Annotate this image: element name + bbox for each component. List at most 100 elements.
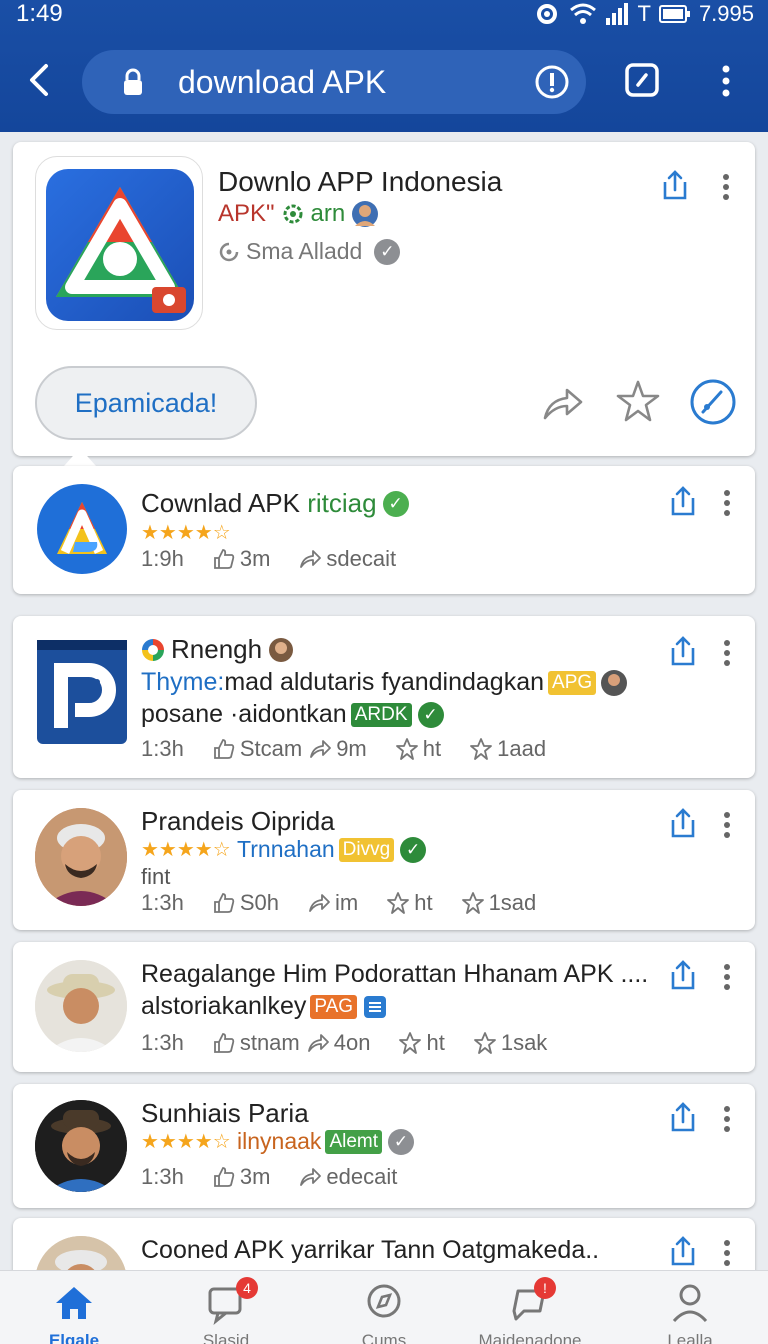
address-bar[interactable]: download APK — [82, 50, 586, 114]
card-menu-icon[interactable] — [722, 1104, 732, 1134]
app-list-item[interactable]: Rnengh Thyme: mad aldutaris fyandindagka… — [13, 616, 755, 778]
like-count[interactable]: Stcam — [212, 736, 302, 762]
app-meta: 1:3h 3m edecait — [141, 1164, 425, 1190]
save-count[interactable]: ht — [386, 890, 433, 916]
save-count[interactable]: ht — [395, 736, 441, 762]
app-subtitle: ★★★★☆ ilnynaak Alemt ✓ — [141, 1128, 415, 1155]
share-icon[interactable] — [665, 634, 699, 668]
edit-circle-icon[interactable] — [689, 378, 737, 426]
star-icon[interactable] — [614, 378, 662, 426]
tag-badge: Divvg — [338, 837, 395, 862]
save-count[interactable]: ht — [398, 1030, 445, 1056]
signal-icon — [606, 3, 629, 25]
expand-button[interactable]: Epamicada! — [35, 366, 257, 440]
app-title[interactable]: Prandeis Oiprida — [141, 806, 335, 837]
card-menu-icon[interactable] — [722, 488, 732, 518]
rating-count[interactable]: 1sad — [461, 890, 536, 916]
compass-icon — [367, 1284, 401, 1318]
share-count[interactable]: 9m — [308, 736, 367, 762]
share-count[interactable]: sdecait — [298, 546, 396, 572]
share-count-text: 9m — [336, 736, 367, 761]
tag-badge: APG — [548, 670, 597, 695]
share-icon[interactable] — [665, 1100, 699, 1134]
thumbs-up-icon — [213, 549, 235, 569]
person-photo-icon — [35, 808, 127, 906]
like-count-text: 3m — [239, 1164, 271, 1189]
like-count[interactable]: 3m — [212, 1164, 271, 1190]
developer-avatar-icon — [352, 201, 379, 227]
tag-badge: ARDK — [350, 702, 412, 727]
app-title[interactable]: Reagalange Him Podorattan Hhanam APK ...… — [141, 960, 648, 989]
app-title[interactable]: Cownlad APK ritciag ✓ — [141, 488, 409, 519]
featured-app-card[interactable]: Downlo APP Indonesia APK" arn Sma Alladd… — [13, 142, 755, 456]
featured-sub-prefix: APK" — [218, 200, 275, 227]
app-icon — [37, 484, 127, 574]
rating-stars: ★★★★☆ — [141, 1131, 231, 1153]
notification-badge: 4 — [236, 1277, 258, 1299]
featured-app-icon[interactable] — [35, 156, 203, 330]
app-title[interactable]: Cooned APK yarrikar Tann Oatgmakeda.. — [141, 1236, 599, 1265]
like-count[interactable]: stnam — [212, 1030, 300, 1056]
network-type: T — [637, 1, 651, 26]
share-count[interactable]: edecait — [298, 1164, 397, 1190]
card-menu-icon[interactable] — [722, 810, 732, 840]
card-menu-icon[interactable] — [722, 638, 732, 668]
share-icon[interactable] — [665, 958, 699, 992]
nav-notifications[interactable]: ! Maidenadone — [470, 1277, 590, 1344]
card-menu-icon[interactable] — [721, 172, 731, 202]
app-logo-icon — [46, 169, 194, 321]
app-list-item[interactable]: Prandeis Oiprida ★★★★☆ Trnnahan Divvg ✓ … — [13, 790, 755, 930]
app-list-item[interactable]: Cownlad APK ritciag ✓ ★★★★☆ 1:9h 3m sdec… — [13, 466, 755, 594]
like-count[interactable]: S0h — [212, 890, 279, 916]
share-icon[interactable] — [657, 168, 691, 202]
app-description: Thyme: mad aldutaris fyandindagkan APG — [141, 668, 628, 697]
notification-badge: ! — [534, 1277, 556, 1299]
app-list-item[interactable]: Reagalange Him Podorattan Hhanam APK ...… — [13, 942, 755, 1072]
tag-badge: PAG — [310, 994, 358, 1019]
share-icon[interactable] — [665, 484, 699, 518]
forward-arrow-icon[interactable] — [539, 378, 587, 426]
rating-count[interactable]: 1aad — [469, 736, 546, 762]
description-text-2: posane ·aidontkan — [141, 700, 347, 728]
time-ago: 1:3h — [141, 890, 184, 915]
avatar-icon — [601, 669, 628, 696]
verified-icon: ✓ — [388, 1128, 415, 1155]
app-title[interactable]: Rnengh — [141, 634, 294, 665]
card-menu-icon[interactable] — [722, 962, 732, 992]
info-icon[interactable] — [534, 64, 570, 100]
reply-arrow-icon — [307, 1034, 329, 1052]
like-count[interactable]: 3m — [212, 546, 271, 572]
url-row: download APK — [0, 46, 768, 118]
subtitle-accent: ilnynaak — [237, 1128, 322, 1154]
nav-profile[interactable]: Lealla — [630, 1281, 750, 1344]
app-meta: 1:3h Stcam 9m ht 1aad — [141, 736, 574, 762]
bottom-navigation: Elgale 4 Slasid Cums ! Maidenadone Leall… — [0, 1270, 768, 1344]
nav-home[interactable]: Elgale — [14, 1281, 134, 1344]
nav-label: Cums — [361, 1331, 407, 1344]
share-icon[interactable] — [665, 806, 699, 840]
back-arrow-icon[interactable] — [20, 60, 60, 100]
user-avatar — [35, 960, 127, 1052]
featured-app-title[interactable]: Downlo APP Indonesia — [218, 166, 502, 198]
share-icon[interactable] — [665, 1234, 699, 1268]
app-title[interactable]: Sunhiais Paria — [141, 1098, 309, 1129]
status-icons: T 7.995 — [533, 0, 754, 28]
battery-level: 7.995 — [698, 1, 754, 26]
menu-kebab-icon[interactable] — [714, 64, 738, 98]
share-count[interactable]: im — [307, 890, 358, 916]
like-count-text: 3m — [239, 546, 271, 571]
app-title-text: Rnengh — [171, 634, 263, 664]
app-meta: 1:9h 3m sdecait — [141, 546, 424, 572]
description-text: mad aldutaris fyandindagkan — [224, 668, 545, 696]
nav-messages[interactable]: 4 Slasid — [166, 1277, 286, 1344]
app-meta: 1:3h S0h im ht 1sad — [141, 890, 564, 916]
rating-count[interactable]: 1sak — [473, 1030, 547, 1056]
app-list-item[interactable]: Sunhiais Paria ★★★★☆ ilnynaak Alemt ✓ 1:… — [13, 1084, 755, 1208]
share-count[interactable]: 4on — [306, 1030, 370, 1056]
app-title-text: Cownlad APK — [141, 488, 300, 518]
nav-explore[interactable]: Cums — [324, 1281, 444, 1344]
person-icon — [672, 1284, 708, 1323]
card-menu-icon[interactable] — [722, 1238, 732, 1268]
triangle-logo-icon — [56, 187, 186, 313]
tabs-icon[interactable] — [624, 62, 660, 98]
